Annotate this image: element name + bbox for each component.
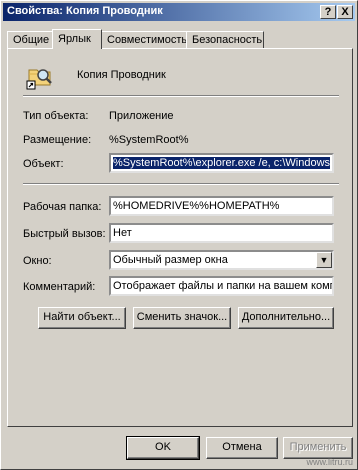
button-label: Дополнительно... xyxy=(241,311,331,323)
watermark: www.litru.ru xyxy=(306,457,353,467)
tab-label: Ярлык xyxy=(58,33,91,45)
shortcut-name: Копия Проводник xyxy=(77,69,166,81)
target-label: Объект: xyxy=(23,158,64,170)
hotkey-value: Нет xyxy=(113,227,132,239)
separator xyxy=(23,183,339,185)
start-in-label: Рабочая папка: xyxy=(23,201,102,213)
tab-compatibility[interactable]: Совместимость xyxy=(101,31,187,48)
properties-window: Свойства: Копия Проводник ? X Общие Ярлы… xyxy=(0,0,358,470)
change-icon-button[interactable]: Сменить значок... xyxy=(133,307,231,329)
cancel-button[interactable]: Отмена xyxy=(206,437,278,459)
help-icon: ? xyxy=(324,6,332,18)
close-icon: X xyxy=(341,6,349,18)
start-in-value: %HOMEDRIVE%%HOMEPATH% xyxy=(113,200,280,212)
hotkey-field[interactable]: Нет xyxy=(109,223,334,243)
button-label: Найти объект... xyxy=(43,311,121,323)
button-label: Сменить значок... xyxy=(136,311,228,323)
tab-strip: Общие Ярлык Совместимость Безопасность xyxy=(1,29,358,49)
button-label: Применить xyxy=(289,441,347,453)
target-value: %SystemRoot%\explorer.exe /e, c:\Windows xyxy=(113,157,331,169)
object-type-label: Тип объекта: xyxy=(23,110,89,122)
run-value: Обычный размер окна xyxy=(113,254,228,266)
comment-value: Отображает файлы и папки на вашем компью xyxy=(113,280,334,292)
comment-label: Комментарий: xyxy=(23,281,96,293)
explorer-folder-icon xyxy=(26,62,54,90)
shortcut-panel: Копия Проводник Тип объекта: Приложение … xyxy=(7,48,353,427)
close-button[interactable]: X xyxy=(337,5,353,19)
location-label: Размещение: xyxy=(23,134,92,146)
separator xyxy=(23,95,339,97)
hotkey-label: Быстрый вызов: xyxy=(23,228,106,240)
help-button[interactable]: ? xyxy=(320,5,336,19)
window-title: Свойства: Копия Проводник xyxy=(7,5,163,17)
object-type-value: Приложение xyxy=(109,110,174,122)
button-label: OK xyxy=(155,441,171,453)
run-select[interactable]: Обычный размер окна ▼ xyxy=(109,250,334,270)
run-label: Окно: xyxy=(23,255,52,267)
apply-button[interactable]: Применить xyxy=(283,437,353,459)
find-target-button[interactable]: Найти объект... xyxy=(38,307,126,329)
tab-general[interactable]: Общие xyxy=(7,31,53,48)
tab-security[interactable]: Безопасность xyxy=(186,31,264,48)
start-in-field[interactable]: %HOMEDRIVE%%HOMEPATH% xyxy=(109,196,334,216)
tab-label: Общие xyxy=(13,34,50,46)
button-label: Отмена xyxy=(222,441,262,453)
tab-label: Безопасность xyxy=(192,34,263,46)
tab-shortcut[interactable]: Ярлык xyxy=(52,29,102,49)
location-value: %SystemRoot% xyxy=(109,134,189,146)
title-bar[interactable]: Свойства: Копия Проводник ? X xyxy=(3,3,355,21)
target-field[interactable]: %SystemRoot%\explorer.exe /e, c:\Windows xyxy=(109,153,334,173)
chevron-down-icon[interactable]: ▼ xyxy=(316,252,332,268)
ok-button[interactable]: OK xyxy=(126,436,200,460)
tab-label: Совместимость xyxy=(107,34,188,46)
comment-field[interactable]: Отображает файлы и папки на вашем компью xyxy=(109,276,334,296)
advanced-button[interactable]: Дополнительно... xyxy=(238,307,334,329)
